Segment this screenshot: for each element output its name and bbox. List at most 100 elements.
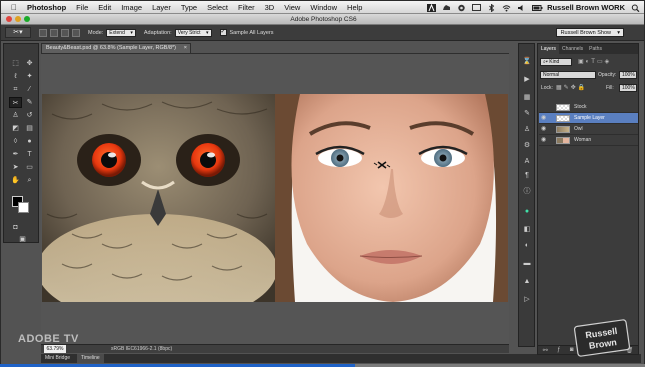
mode-select[interactable]: Extend — [106, 28, 136, 37]
video-progress-bar[interactable] — [0, 364, 645, 367]
eye-icon[interactable]: ◉ — [541, 113, 549, 124]
paragraph-panel-icon[interactable]: ¶ — [521, 170, 533, 181]
eyedropper-tool-icon[interactable]: ⁄ — [23, 84, 36, 95]
new-selection-icon[interactable] — [39, 28, 47, 37]
quick-mask-icon[interactable]: ◘ — [9, 222, 22, 233]
tab-mini-bridge[interactable]: Mini Bridge — [41, 354, 74, 363]
swatches-panel-icon[interactable]: ▦ — [521, 92, 533, 103]
dodge-tool-icon[interactable]: ● — [23, 136, 36, 147]
minimize-window-button[interactable] — [15, 16, 21, 22]
user-name[interactable]: Russell Brown WORK — [547, 3, 625, 12]
history-panel-icon[interactable]: ⌛ — [521, 56, 533, 67]
menu-file[interactable]: File — [76, 3, 88, 12]
menu-help[interactable]: Help — [347, 3, 362, 12]
tab-timeline[interactable]: Timeline — [77, 354, 104, 363]
eye-icon[interactable]: ◉ — [541, 124, 549, 135]
timeline-panel-icon[interactable]: ▷ — [521, 294, 533, 305]
lock-icons[interactable]: ▦✎✥🔒 — [556, 84, 587, 91]
fill-field[interactable]: 100% — [619, 84, 637, 92]
clone-source-panel-icon[interactable]: ♙ — [521, 124, 533, 135]
close-document-icon[interactable]: × — [184, 44, 187, 53]
menu-view[interactable]: View — [284, 3, 300, 12]
record-icon[interactable] — [457, 4, 466, 12]
histogram-panel-icon[interactable]: ▲ — [521, 276, 533, 287]
adjustments-panel-icon[interactable]: ● — [521, 206, 533, 217]
history-brush-tool-icon[interactable]: ↺ — [23, 110, 36, 121]
adobe-icon[interactable] — [427, 3, 437, 12]
type-tool-icon[interactable]: T — [23, 149, 36, 160]
layer-filter-icons[interactable]: ▣◐T▭◈ — [578, 58, 611, 65]
gradient-tool-icon[interactable]: ▤ — [23, 123, 36, 134]
spotlight-icon[interactable] — [631, 4, 640, 12]
layer-row-sample-layer[interactable]: ◉ Sample Layer — [539, 113, 638, 124]
layer-kind-filter[interactable]: ⌕▾ Kind — [540, 58, 572, 66]
tab-layers[interactable]: Layers — [538, 44, 560, 54]
navigator-panel-icon[interactable]: ▬ — [521, 258, 533, 269]
tool-preset-picker[interactable]: ✂▾ — [5, 27, 31, 38]
blend-mode-select[interactable]: Normal — [540, 71, 596, 79]
layer-style-icon[interactable]: ƒ — [557, 347, 560, 353]
menu-type[interactable]: Type — [181, 3, 197, 12]
workspace-select[interactable]: Russell Brown Show — [555, 28, 624, 37]
zoom-window-button[interactable] — [24, 16, 30, 22]
menu-edit[interactable]: Edit — [98, 3, 111, 12]
brush-tool-icon[interactable]: ✎ — [23, 97, 36, 108]
crop-tool-icon[interactable]: ⌗ — [9, 84, 22, 95]
eye-icon[interactable]: ◉ — [541, 135, 549, 146]
cloud-icon[interactable] — [442, 4, 451, 12]
menu-filter[interactable]: Filter — [238, 3, 255, 12]
brush-panel-icon[interactable]: ✎ — [521, 108, 533, 119]
volume-icon[interactable] — [517, 4, 526, 12]
close-window-button[interactable] — [6, 16, 12, 22]
opacity-field[interactable]: 100% — [619, 71, 637, 79]
tab-paths[interactable]: Paths — [586, 44, 605, 54]
menu-layer[interactable]: Layer — [152, 3, 171, 12]
styles-panel-icon[interactable]: ◧ — [521, 224, 533, 235]
subtract-selection-icon[interactable] — [61, 28, 69, 37]
canvas-image[interactable] — [42, 94, 508, 302]
shape-tool-icon[interactable]: ▭ — [23, 162, 36, 173]
eraser-tool-icon[interactable]: ◩ — [9, 123, 22, 134]
tab-channels[interactable]: Channels — [559, 44, 586, 54]
document-tab[interactable]: Beauty&Beast.psd @ 63.8% (Sample Layer, … — [41, 43, 191, 53]
wifi-icon[interactable] — [502, 4, 511, 12]
content-aware-move-tool-icon[interactable]: ✂ — [9, 97, 22, 108]
sample-all-layers-checkbox[interactable]: ✓ — [219, 29, 227, 36]
zoom-tool-icon[interactable]: ⌕ — [23, 175, 36, 186]
magic-wand-tool-icon[interactable]: ✦ — [23, 71, 36, 82]
lasso-tool-icon[interactable]: ℓ — [9, 71, 22, 82]
zoom-level-field[interactable]: 63.79% — [44, 345, 66, 353]
layer-row-stock[interactable]: Stock — [539, 102, 638, 113]
bluetooth-icon[interactable] — [487, 3, 496, 12]
add-selection-icon[interactable] — [50, 28, 58, 37]
tool-presets-panel-icon[interactable]: ⚙ — [521, 140, 533, 151]
menu-select[interactable]: Select — [207, 3, 228, 12]
info-panel-icon[interactable]: ⓘ — [521, 186, 533, 197]
blur-tool-icon[interactable]: ◊ — [9, 136, 22, 147]
character-panel-icon[interactable]: A — [521, 156, 533, 167]
hand-tool-icon[interactable]: ✋ — [9, 175, 22, 186]
adaptation-select[interactable]: Very Strict — [174, 28, 212, 37]
screen-icon[interactable] — [472, 3, 482, 12]
move-tool-icon[interactable]: ✥ — [23, 58, 36, 69]
intersect-selection-icon[interactable] — [72, 28, 80, 37]
color-panel-icon[interactable]: ◐ — [521, 240, 533, 251]
screen-mode-icon[interactable]: ▣ — [16, 234, 29, 245]
marquee-tool-icon[interactable]: ⬚ — [9, 58, 22, 69]
layer-row-owl[interactable]: ◉ Owl — [539, 124, 638, 135]
document-profile-info[interactable]: sRGB IEC61966-2.1 (8bpc) — [111, 345, 172, 353]
menu-image[interactable]: Image — [121, 3, 142, 12]
background-color-swatch[interactable] — [18, 202, 29, 213]
link-layers-icon[interactable]: ⚯ — [543, 347, 548, 354]
clone-stamp-tool-icon[interactable]: ♙ — [9, 110, 22, 121]
pen-tool-icon[interactable]: ✒ — [9, 149, 22, 160]
layer-row-woman[interactable]: ◉ Woman — [539, 135, 638, 146]
menu-app-name[interactable]: Photoshop — [27, 3, 66, 12]
window-title: Adobe Photoshop CS6 — [290, 16, 357, 23]
menu-3d[interactable]: 3D — [265, 3, 275, 12]
path-selection-tool-icon[interactable]: ➤ — [9, 162, 22, 173]
apple-icon[interactable]:  — [9, 3, 19, 12]
actions-panel-icon[interactable]: ▶ — [521, 74, 533, 85]
menu-window[interactable]: Window — [310, 3, 337, 12]
battery-icon[interactable] — [532, 4, 543, 12]
